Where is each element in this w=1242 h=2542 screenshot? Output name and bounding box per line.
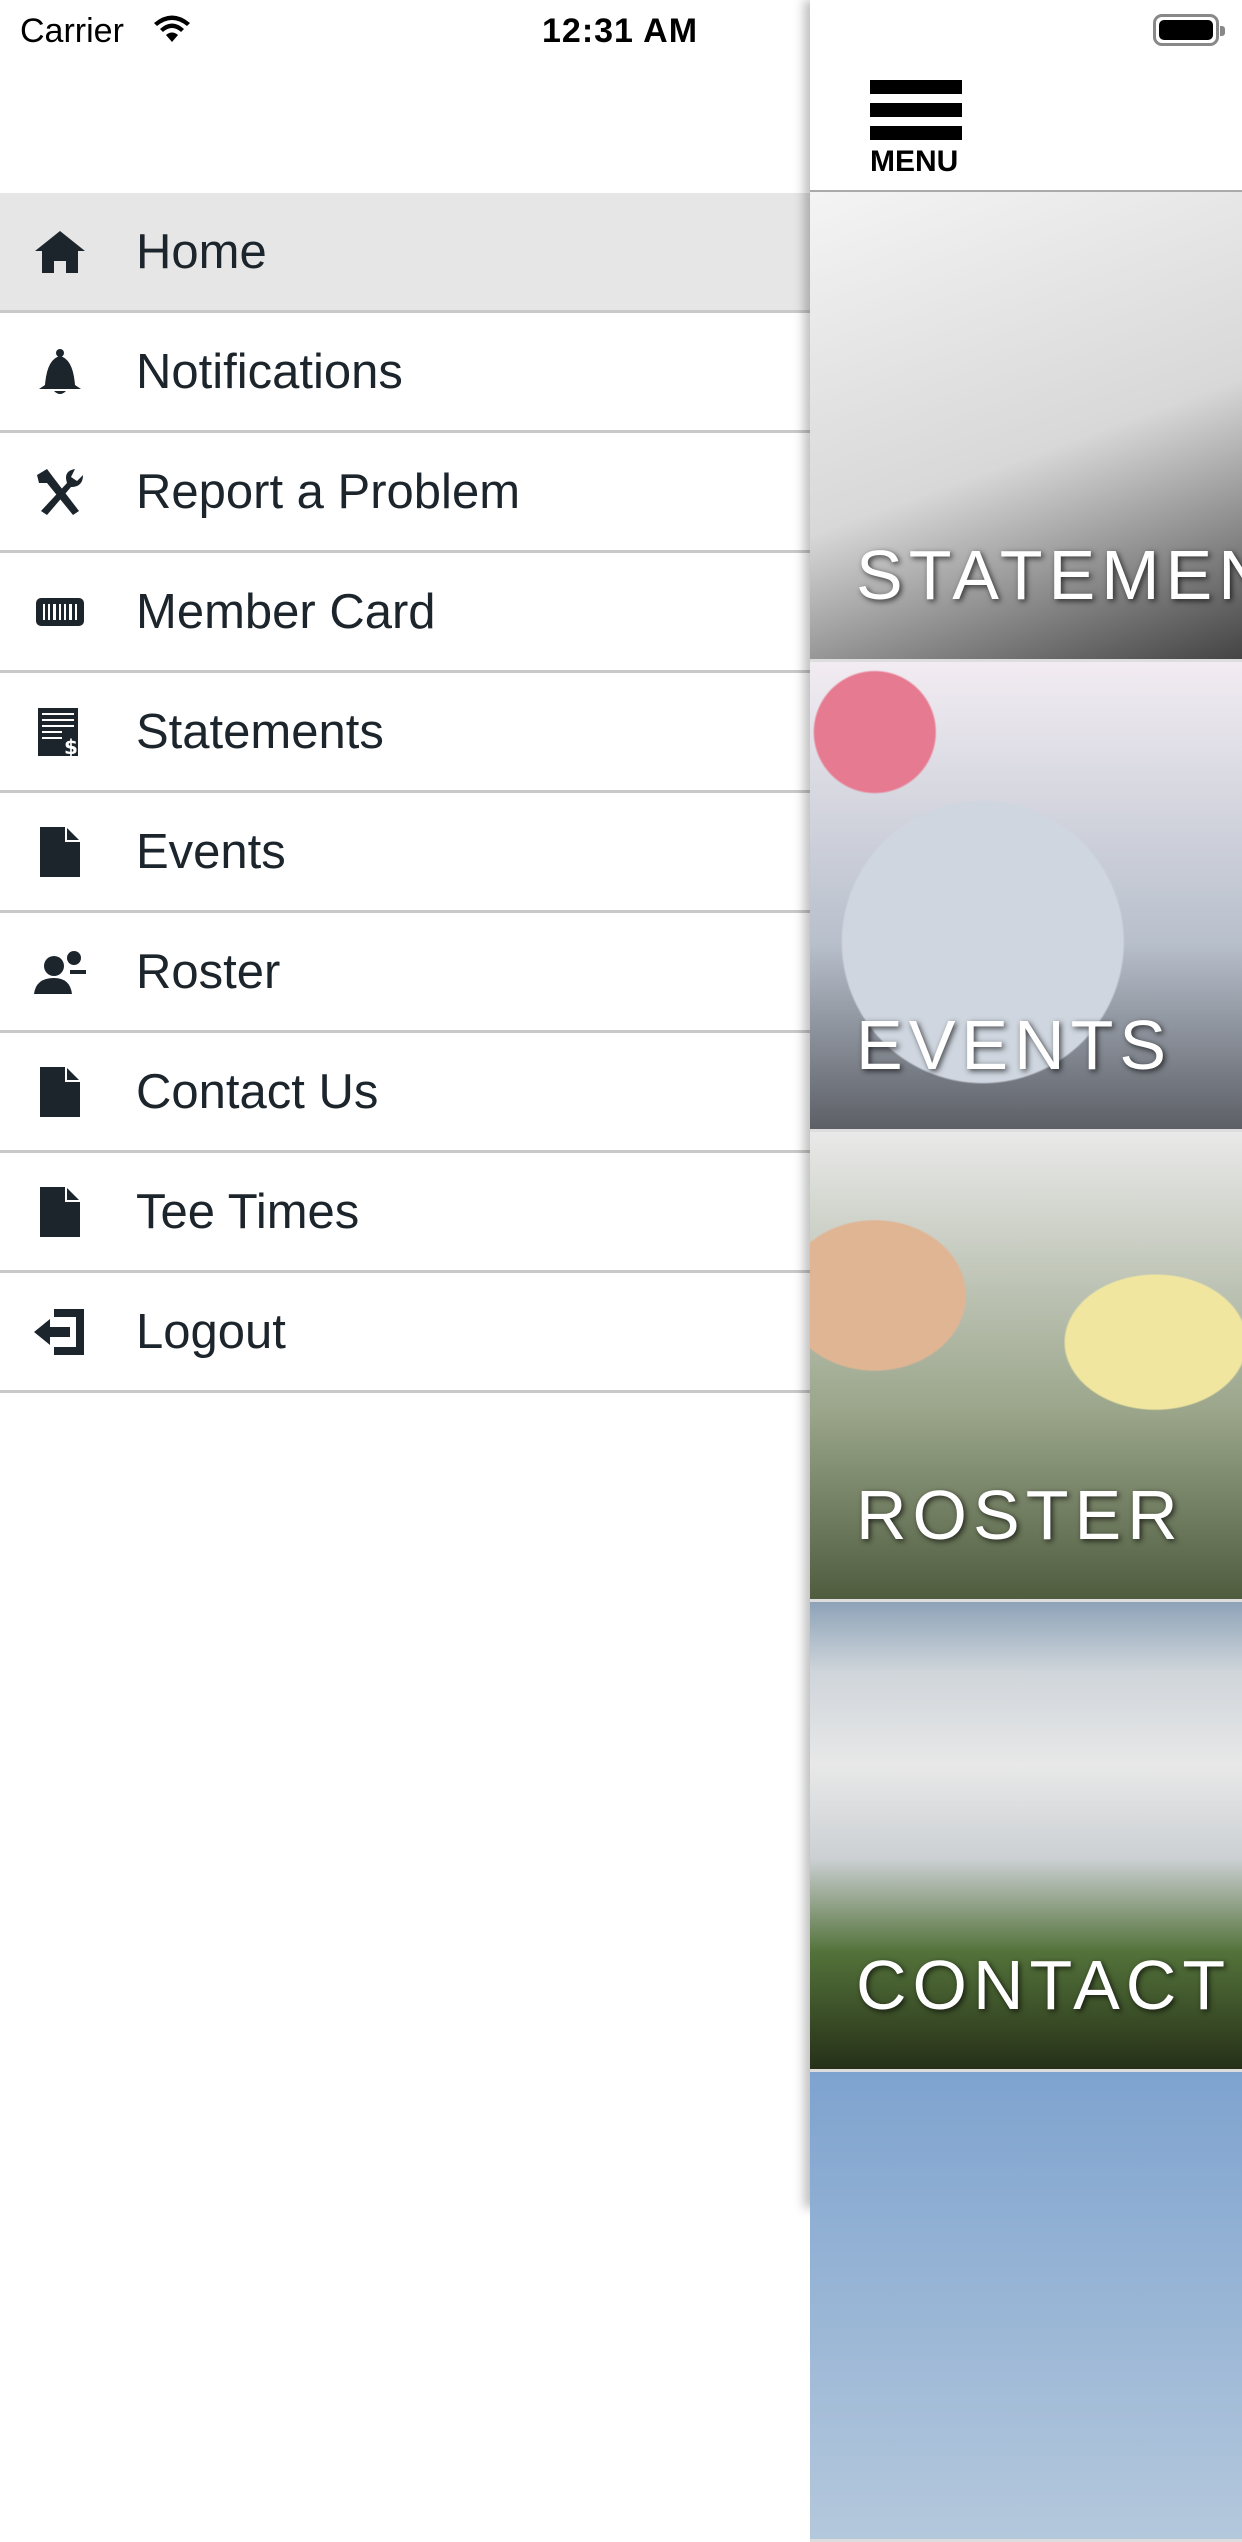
menu-button[interactable]: MENU [870, 80, 962, 179]
logout-icon [30, 1302, 90, 1362]
menu-item-tee-times[interactable]: Tee Times [0, 1153, 810, 1273]
document-icon [30, 822, 90, 882]
tile-statements[interactable]: STATEMENTS [810, 192, 1242, 662]
wifi-icon [152, 14, 192, 49]
tile-events[interactable]: EVENTS [810, 662, 1242, 1132]
menu-item-label: Contact Us [136, 1064, 379, 1119]
menu-item-report-a-problem[interactable]: Report a Problem [0, 433, 810, 553]
menu-item-label: Member Card [136, 584, 436, 639]
menu-item-logout[interactable]: Logout [0, 1273, 810, 1393]
tile-roster[interactable]: ROSTER [810, 1132, 1242, 1602]
hamburger-icon [870, 80, 962, 94]
menu-item-events[interactable]: Events [0, 793, 810, 913]
hamburger-bar [870, 126, 962, 140]
status-bar: Carrier 12:31 AM [0, 0, 1242, 60]
menu-item-home[interactable]: Home [0, 193, 810, 313]
menu-item-notifications[interactable]: Notifications [0, 313, 810, 433]
menu-item-member-card[interactable]: Member Card [0, 553, 810, 673]
tile-tee-times[interactable] [810, 2072, 1242, 2542]
menu-item-roster[interactable]: Roster [0, 913, 810, 1033]
statement-dollar-icon: $ [30, 702, 90, 762]
tile-label: EVENTS [856, 1006, 1173, 1084]
document-icon [30, 1182, 90, 1242]
document-icon [30, 1062, 90, 1122]
hamburger-bar [870, 103, 962, 117]
menu-item-statements[interactable]: $ Statements [0, 673, 810, 793]
carrier-label: Carrier [20, 12, 124, 50]
svg-text:$: $ [64, 735, 78, 758]
tile-label: ROSTER [856, 1476, 1184, 1554]
bell-icon [30, 342, 90, 402]
menu-item-label: Statements [136, 704, 384, 759]
menu-item-label: Logout [136, 1304, 286, 1359]
menu-item-label: Roster [136, 944, 281, 999]
tile-label: STATEMENTS [856, 536, 1242, 614]
menu-item-label: Tee Times [136, 1184, 360, 1239]
menu-item-label: Report a Problem [136, 464, 521, 519]
side-menu-drawer: Home Notifications Report a Problem Memb… [0, 0, 810, 2208]
menu-item-contact-us[interactable]: Contact Us [0, 1033, 810, 1153]
menu-item-label: Home [136, 224, 267, 279]
tools-icon [30, 462, 90, 522]
tile-label: CONTACT US [856, 1946, 1242, 2024]
menu-label: MENU [870, 145, 959, 178]
home-icon [30, 222, 90, 282]
menu-item-label: Events [136, 824, 286, 879]
menu-list: Home Notifications Report a Problem Memb… [0, 193, 810, 1393]
menu-item-label: Notifications [136, 344, 403, 399]
clock: 12:31 AM [542, 12, 699, 50]
users-icon [30, 942, 90, 1002]
tile-contact-us[interactable]: CONTACT US [810, 1602, 1242, 2072]
home-content: MENU STATEMENTS EVENTS ROSTER CONTACT US [810, 0, 1242, 2542]
battery-icon [1153, 14, 1225, 46]
barcode-card-icon [30, 582, 90, 642]
